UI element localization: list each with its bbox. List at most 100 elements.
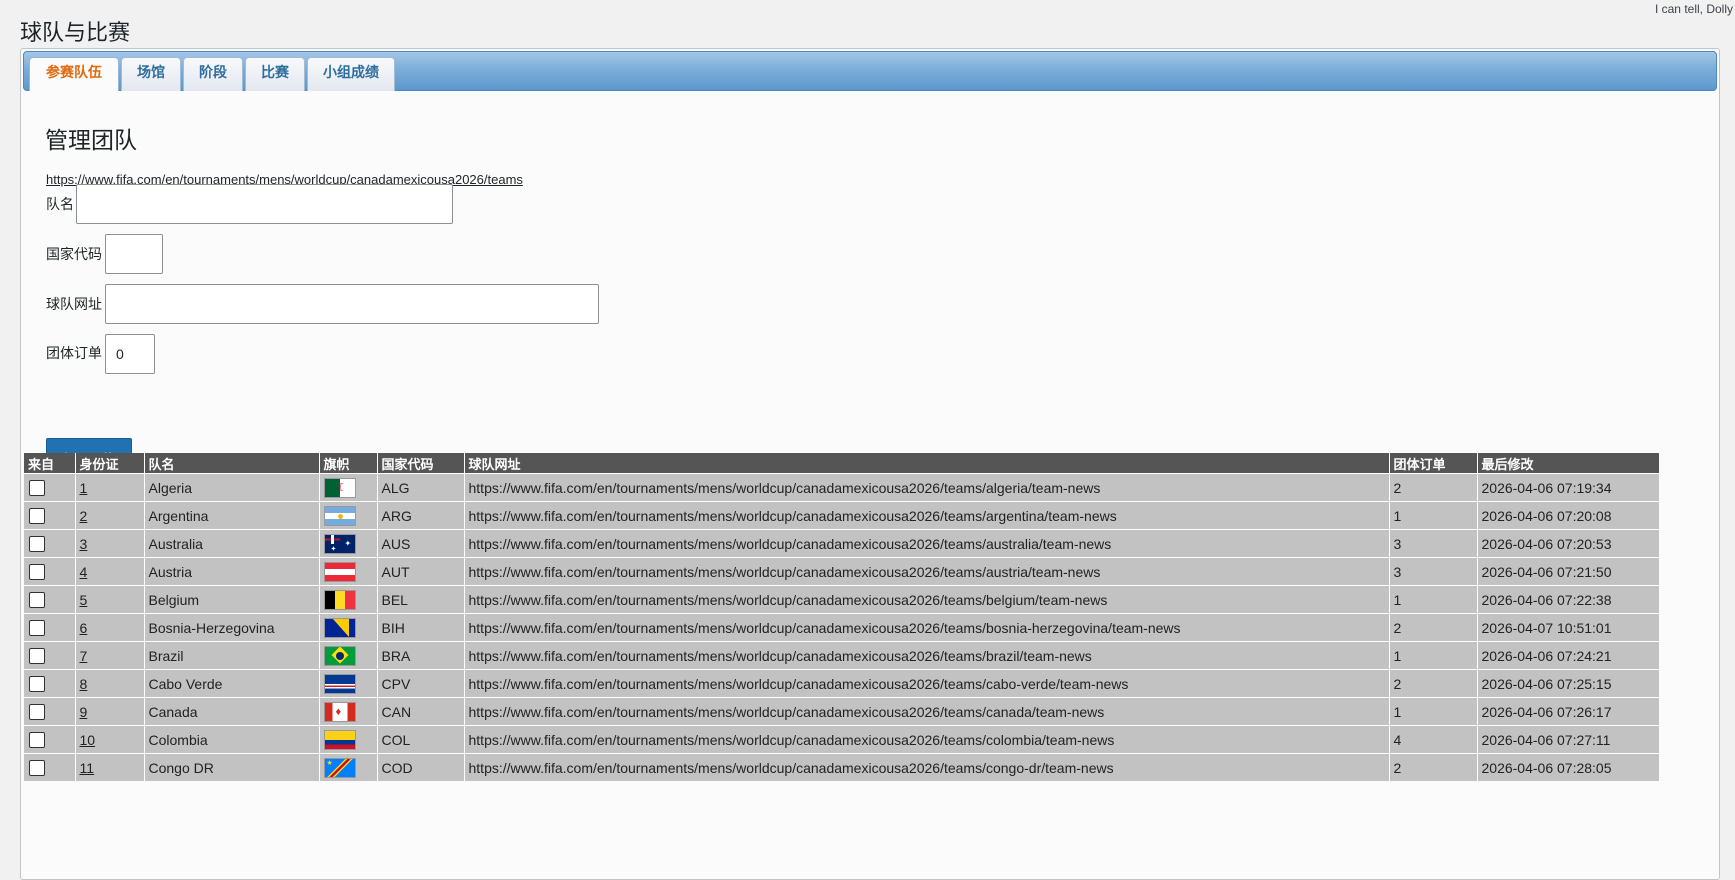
table-row: 5 Belgium BEL https://www.fifa.com/en/to… <box>24 585 1659 614</box>
column-header: 旗帜 <box>318 453 377 474</box>
team-name: Bosnia-Herzegovina <box>143 613 319 642</box>
team-url: https://www.fifa.com/en/tournaments/mens… <box>463 641 1389 670</box>
last-modified: 2026-04-07 10:51:01 <box>1476 613 1659 642</box>
last-modified: 2026-04-06 07:19:34 <box>1476 473 1659 502</box>
team-id-link[interactable]: 1 <box>80 480 88 496</box>
tab-teams[interactable]: 参赛队伍 <box>29 57 119 91</box>
row-checkbox[interactable] <box>29 676 45 693</box>
row-checkbox[interactable] <box>29 620 45 637</box>
team-order: 1 <box>1388 501 1477 530</box>
teams-table: 来自 身份证 队名 旗帜 国家代码 球队网址 团体订单 最后修改 1 Alger… <box>24 453 1659 781</box>
team-name: Australia <box>143 529 319 558</box>
country-code: CAN <box>376 697 464 726</box>
team-order: 1 <box>1388 641 1477 670</box>
australia-flag-icon: ✦ ✦ <box>323 533 356 554</box>
table-header-row: 来自 身份证 队名 旗帜 国家代码 球队网址 团体订单 最后修改 <box>24 453 1659 474</box>
team-name: Congo DR <box>143 753 319 781</box>
team-name: Brazil <box>143 641 319 670</box>
team-order-input[interactable] <box>105 334 155 374</box>
team-url: https://www.fifa.com/en/tournaments/mens… <box>463 697 1389 726</box>
team-order: 4 <box>1388 725 1477 754</box>
row-checkbox[interactable] <box>29 564 45 581</box>
team-order: 1 <box>1388 697 1477 726</box>
team-id-link[interactable]: 7 <box>80 648 88 664</box>
country-code-input[interactable] <box>105 234 163 274</box>
last-modified: 2026-04-06 07:22:38 <box>1476 585 1659 614</box>
team-url: https://www.fifa.com/en/tournaments/mens… <box>463 529 1389 558</box>
column-header: 团体订单 <box>1388 453 1477 474</box>
belgium-flag-icon <box>323 589 356 610</box>
country-code: BEL <box>376 585 464 614</box>
row-checkbox[interactable] <box>29 480 45 497</box>
column-header: 球队网址 <box>463 453 1389 474</box>
colombia-flag-icon <box>323 729 356 750</box>
country-code: ALG <box>376 473 464 502</box>
team-name: Austria <box>143 557 319 586</box>
team-order: 2 <box>1388 753 1477 781</box>
team-id-link[interactable]: 11 <box>80 760 95 776</box>
team-order: 1 <box>1388 585 1477 614</box>
team-order: 2 <box>1388 669 1477 698</box>
country-code: AUS <box>376 529 464 558</box>
tab-bar: 参赛队伍 场馆 阶段 比赛 小组成绩 <box>23 51 1717 91</box>
country-code: COL <box>376 725 464 754</box>
table-row: 6 Bosnia-Herzegovina BIH https://www.fif… <box>24 613 1659 642</box>
team-id-link[interactable]: 2 <box>80 508 88 524</box>
team-id-link[interactable]: 9 <box>80 704 88 720</box>
team-name: Belgium <box>143 585 319 614</box>
team-name: Canada <box>143 697 319 726</box>
tab-matches[interactable]: 比赛 <box>245 57 305 91</box>
team-url: https://www.fifa.com/en/tournaments/mens… <box>463 473 1389 502</box>
team-id-link[interactable]: 6 <box>80 620 88 636</box>
team-order: 2 <box>1388 613 1477 642</box>
last-modified: 2026-04-06 07:21:50 <box>1476 557 1659 586</box>
country-code: COD <box>376 753 464 781</box>
last-modified: 2026-04-06 07:26:17 <box>1476 697 1659 726</box>
team-id-link[interactable]: 3 <box>80 536 88 552</box>
team-url-input[interactable] <box>105 284 599 324</box>
team-name: Algeria <box>143 473 319 502</box>
last-modified: 2026-04-06 07:24:21 <box>1476 641 1659 670</box>
team-url-label: 球队网址 <box>46 297 102 313</box>
team-id-link[interactable]: 4 <box>80 564 88 580</box>
row-checkbox[interactable] <box>29 536 45 553</box>
team-id-link[interactable]: 10 <box>80 732 96 748</box>
tab-stages[interactable]: 阶段 <box>183 57 243 91</box>
page-title: 球队与比赛 <box>20 21 131 46</box>
congo-dr-flag-icon: ★ <box>323 757 356 778</box>
row-checkbox[interactable] <box>29 732 45 749</box>
country-code-label: 国家代码 <box>46 247 102 263</box>
team-url: https://www.fifa.com/en/tournaments/mens… <box>463 613 1389 642</box>
tab-group-results[interactable]: 小组成绩 <box>307 57 395 91</box>
country-code: BIH <box>376 613 464 642</box>
team-url: https://www.fifa.com/en/tournaments/mens… <box>463 557 1389 586</box>
argentina-flag-icon <box>323 505 356 526</box>
team-name-input[interactable] <box>76 184 453 224</box>
team-url: https://www.fifa.com/en/tournaments/mens… <box>463 669 1389 698</box>
cabo-verde-flag-icon <box>323 673 356 694</box>
team-order-label: 团体订单 <box>46 346 102 362</box>
row-checkbox[interactable] <box>29 648 45 665</box>
team-id-link[interactable]: 5 <box>80 592 88 608</box>
tab-venues[interactable]: 场馆 <box>121 57 181 91</box>
last-modified: 2026-04-06 07:27:11 <box>1476 725 1659 754</box>
bosnia-herzegovina-flag-icon <box>323 617 356 638</box>
last-modified: 2026-04-06 07:20:53 <box>1476 529 1659 558</box>
team-name-label: 队名 <box>46 197 74 213</box>
column-header: 最后修改 <box>1476 453 1659 474</box>
team-order: 3 <box>1388 529 1477 558</box>
austria-flag-icon <box>323 561 356 582</box>
table-row: 1 Algeria ☾ ALG https://www.fifa.com/en/… <box>24 473 1659 502</box>
country-code: ARG <box>376 501 464 530</box>
table-row: 9 Canada ♦ CAN https://www.fifa.com/en/t… <box>24 697 1659 726</box>
table-row: 11 Congo DR ★ COD https://www.fifa.com/e… <box>24 753 1659 781</box>
team-order: 3 <box>1388 557 1477 586</box>
team-name: Cabo Verde <box>143 669 319 698</box>
row-checkbox[interactable] <box>29 760 45 777</box>
row-checkbox[interactable] <box>29 508 45 525</box>
row-checkbox[interactable] <box>29 592 45 609</box>
team-url: https://www.fifa.com/en/tournaments/mens… <box>463 753 1389 781</box>
row-checkbox[interactable] <box>29 704 45 721</box>
table-row: 10 Colombia COL https://www.fifa.com/en/… <box>24 725 1659 754</box>
team-id-link[interactable]: 8 <box>80 676 88 692</box>
